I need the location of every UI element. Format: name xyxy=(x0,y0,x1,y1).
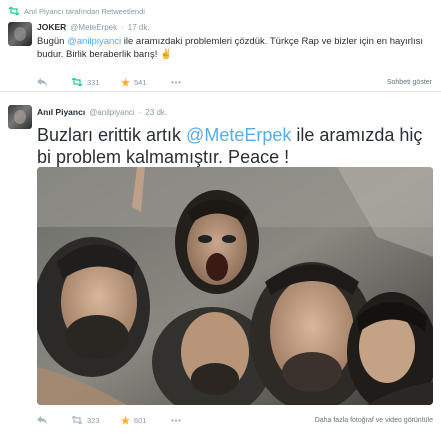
retweet-icon xyxy=(71,78,83,86)
mention-link[interactable]: @anilpiyanci xyxy=(67,36,121,47)
reply-button[interactable] xyxy=(37,78,71,86)
reply-icon xyxy=(37,78,47,86)
retweet-context: Anıl Piyancı tarafından Retweetlendi xyxy=(8,5,145,17)
retweet-count: 323 xyxy=(87,415,100,425)
tweet-text-part: Bugün xyxy=(37,36,68,47)
tweet-header: Anıl Piyancı @anilpiyanci · 23 dk. xyxy=(37,107,167,117)
tweet-actions: 323 601 Daha fazla fotoğraf ve video gör… xyxy=(37,413,433,427)
selfie-photo xyxy=(37,167,433,405)
author-name[interactable]: JOKER xyxy=(37,22,66,32)
show-conversation-link[interactable]: Sohbeti göster xyxy=(387,79,432,86)
tweet-time[interactable]: 23 dk. xyxy=(145,108,167,117)
tweet-text: Buzları erittik artık @MeteErpek ile ara… xyxy=(37,124,432,168)
avatar[interactable] xyxy=(8,105,32,129)
tweet-text: Bugün @anilpiyanci ile aramızdaki proble… xyxy=(37,35,432,61)
retweet-count: 331 xyxy=(87,77,100,87)
mention-link[interactable]: @MeteErpek xyxy=(186,125,291,145)
tweet-text-part: Buzları erittik artık xyxy=(37,125,187,145)
tweet-time[interactable]: 17 dk. xyxy=(128,23,150,32)
more-button[interactable] xyxy=(171,80,191,84)
retweeted-tweet: Anıl Piyancı tarafından Retweetlendi JOK… xyxy=(0,0,441,92)
author-handle[interactable]: @MeteErpek xyxy=(70,23,117,32)
favorite-button[interactable]: 601 xyxy=(121,415,171,425)
favorite-count: 541 xyxy=(134,77,147,87)
separator-dot: · xyxy=(121,23,124,32)
reply-button[interactable] xyxy=(37,416,71,424)
retweet-icon xyxy=(71,416,83,424)
tweet-actions: 331 541 Sohbeti göster xyxy=(37,76,432,88)
favorite-count: 601 xyxy=(134,415,147,425)
tweet-photo[interactable] xyxy=(37,167,433,405)
avatar[interactable] xyxy=(8,22,32,46)
favorite-button[interactable]: 541 xyxy=(121,77,171,87)
retweet-button[interactable]: 323 xyxy=(71,416,121,425)
tweet: Anıl Piyancı @anilpiyanci · 23 dk. Buzla… xyxy=(0,93,441,439)
more-media-link[interactable]: Daha fazla fotoğraf ve video görüntüle xyxy=(315,417,433,424)
reply-icon xyxy=(37,416,47,424)
retweet-button[interactable]: 331 xyxy=(71,78,121,87)
author-handle[interactable]: @anilpiyanci xyxy=(89,108,134,117)
star-icon xyxy=(121,77,130,87)
separator-dot: · xyxy=(138,108,142,117)
star-icon xyxy=(121,415,130,425)
retweet-icon xyxy=(8,7,20,15)
more-dots-icon xyxy=(171,80,181,84)
retweet-context-label: Anıl Piyancı tarafından Retweetlendi xyxy=(24,6,145,16)
more-button[interactable] xyxy=(171,418,191,422)
more-dots-icon xyxy=(171,418,181,422)
tweet-header: JOKER @MeteErpek · 17 dk. xyxy=(37,22,150,32)
author-name[interactable]: Anıl Piyancı xyxy=(37,107,85,117)
